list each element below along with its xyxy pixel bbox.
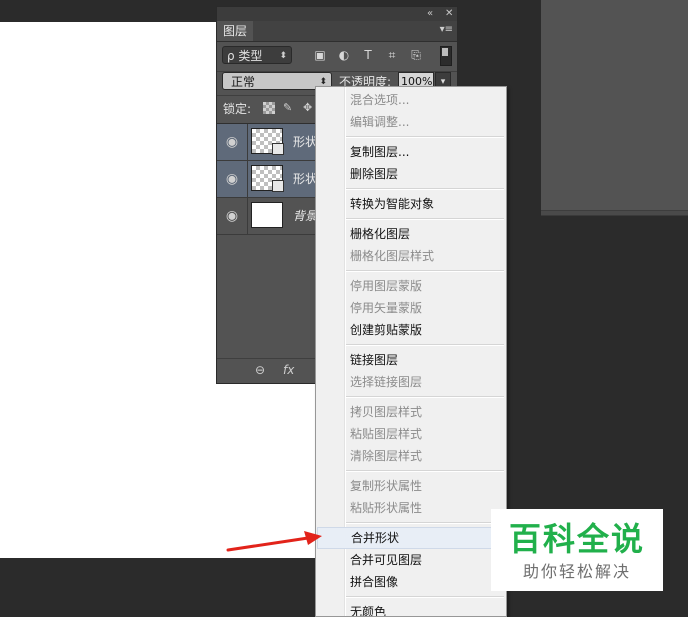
menu-separator xyxy=(346,218,504,220)
menu-item-clear-layer-style[interactable]: 清除图层样式 xyxy=(317,445,505,467)
menu-separator xyxy=(346,188,504,190)
filter-icons: ▣ ◐ T ⌗ ⎘ xyxy=(312,47,424,63)
layer-context-menu: 混合选项... 编辑调整... 复制图层... 删除图层 转换为智能对象 栅格化… xyxy=(315,86,507,617)
menu-item-select-linked-layers[interactable]: 选择链接图层 xyxy=(317,371,505,393)
fx-icon[interactable]: fx xyxy=(283,363,294,377)
blend-mode-value: 正常 xyxy=(231,75,256,89)
menu-item-flatten-image[interactable]: 拼合图像 xyxy=(317,571,505,593)
menu-item-paste-layer-style[interactable]: 粘贴图层样式 xyxy=(317,423,505,445)
smart-object-filter-icon[interactable]: ⎘ xyxy=(408,47,424,63)
tab-layers[interactable]: 图层 xyxy=(217,21,254,41)
collapse-icon[interactable]: « xyxy=(427,7,433,21)
shape-filter-icon[interactable]: ⌗ xyxy=(384,47,400,63)
menu-item-delete-layer[interactable]: 删除图层 xyxy=(317,163,505,185)
menu-separator xyxy=(346,344,504,346)
menu-item-blending-options[interactable]: 混合选项... xyxy=(317,89,505,111)
link-layers-icon[interactable]: ⊖ xyxy=(255,363,265,377)
watermark: 百科全说 助你轻松解决 xyxy=(491,509,663,591)
lock-transparency-icon[interactable] xyxy=(263,102,275,114)
filter-type-select[interactable]: ρ 类型 ⬍ xyxy=(222,46,292,64)
menu-separator xyxy=(346,396,504,398)
menu-separator xyxy=(346,596,504,598)
filter-toggle[interactable] xyxy=(440,46,452,66)
panel-title-bar[interactable]: « ✕ xyxy=(217,7,457,21)
menu-item-rasterize-layer-style[interactable]: 栅格化图层样式 xyxy=(317,245,505,267)
menu-item-duplicate-layer[interactable]: 复制图层... xyxy=(317,141,505,163)
red-arrow-icon xyxy=(226,531,322,552)
menu-item-disable-layer-mask[interactable]: 停用图层蒙版 xyxy=(317,275,505,297)
chevron-updown-icon: ⬍ xyxy=(279,51,287,61)
menu-separator xyxy=(346,136,504,138)
watermark-title: 百科全说 xyxy=(508,520,645,558)
right-dock-panel xyxy=(541,0,688,216)
layer-name: 形状 xyxy=(293,135,318,149)
vector-mask-icon xyxy=(272,143,284,155)
menu-item-disable-vector-mask[interactable]: 停用矢量蒙版 xyxy=(317,297,505,319)
panel-menu-icon[interactable]: ▾≡ xyxy=(440,24,453,35)
lock-icons: ✎ ✥ xyxy=(263,102,315,114)
eye-icon[interactable]: ◉ xyxy=(217,124,248,160)
image-filter-icon[interactable]: ▣ xyxy=(312,47,328,63)
filter-type-label: ρ 类型 xyxy=(227,49,263,63)
layer-thumbnail xyxy=(251,128,284,155)
lock-label: 锁定: xyxy=(223,102,252,116)
menu-item-edit-adjustment[interactable]: 编辑调整... xyxy=(317,111,505,133)
adjustment-filter-icon[interactable]: ◐ xyxy=(336,47,352,63)
menu-item-no-color[interactable]: 无颜色 xyxy=(317,601,505,616)
layer-thumbnail xyxy=(251,202,283,228)
layer-thumbnail xyxy=(251,165,284,192)
lock-paint-brush-icon[interactable]: ✎ xyxy=(283,102,295,114)
menu-separator xyxy=(346,522,504,524)
menu-item-paste-shape-attributes[interactable]: 粘贴形状属性 xyxy=(317,497,505,519)
panel-tab-row: 图层 ▾≡ xyxy=(217,21,457,42)
menu-item-convert-smart-object[interactable]: 转换为智能对象 xyxy=(317,193,505,215)
menu-item-rasterize-layer[interactable]: 栅格化图层 xyxy=(317,223,505,245)
eye-icon[interactable]: ◉ xyxy=(217,198,248,234)
close-icon[interactable]: ✕ xyxy=(445,7,453,21)
filter-row: ρ 类型 ⬍ ▣ ◐ T ⌗ ⎘ xyxy=(217,42,457,72)
panel-strip xyxy=(541,210,688,215)
layer-name: 形状 xyxy=(293,172,318,186)
watermark-subtitle: 助你轻松解决 xyxy=(522,562,631,581)
text-filter-icon[interactable]: T xyxy=(360,47,376,63)
eye-icon[interactable]: ◉ xyxy=(217,161,248,197)
menu-item-merge-visible[interactable]: 合并可见图层 xyxy=(317,549,505,571)
menu-separator xyxy=(346,270,504,272)
vector-mask-icon xyxy=(272,180,284,192)
lock-position-move-icon[interactable]: ✥ xyxy=(303,102,315,114)
menu-item-copy-shape-attributes[interactable]: 复制形状属性 xyxy=(317,475,505,497)
menu-separator xyxy=(346,470,504,472)
layer-name: 背景 xyxy=(293,209,318,223)
menu-item-merge-shapes[interactable]: 合并形状 xyxy=(317,527,505,549)
menu-item-create-clipping-mask[interactable]: 创建剪贴蒙版 xyxy=(317,319,505,341)
menu-item-copy-layer-style[interactable]: 拷贝图层样式 xyxy=(317,401,505,423)
menu-item-link-layers[interactable]: 链接图层 xyxy=(317,349,505,371)
